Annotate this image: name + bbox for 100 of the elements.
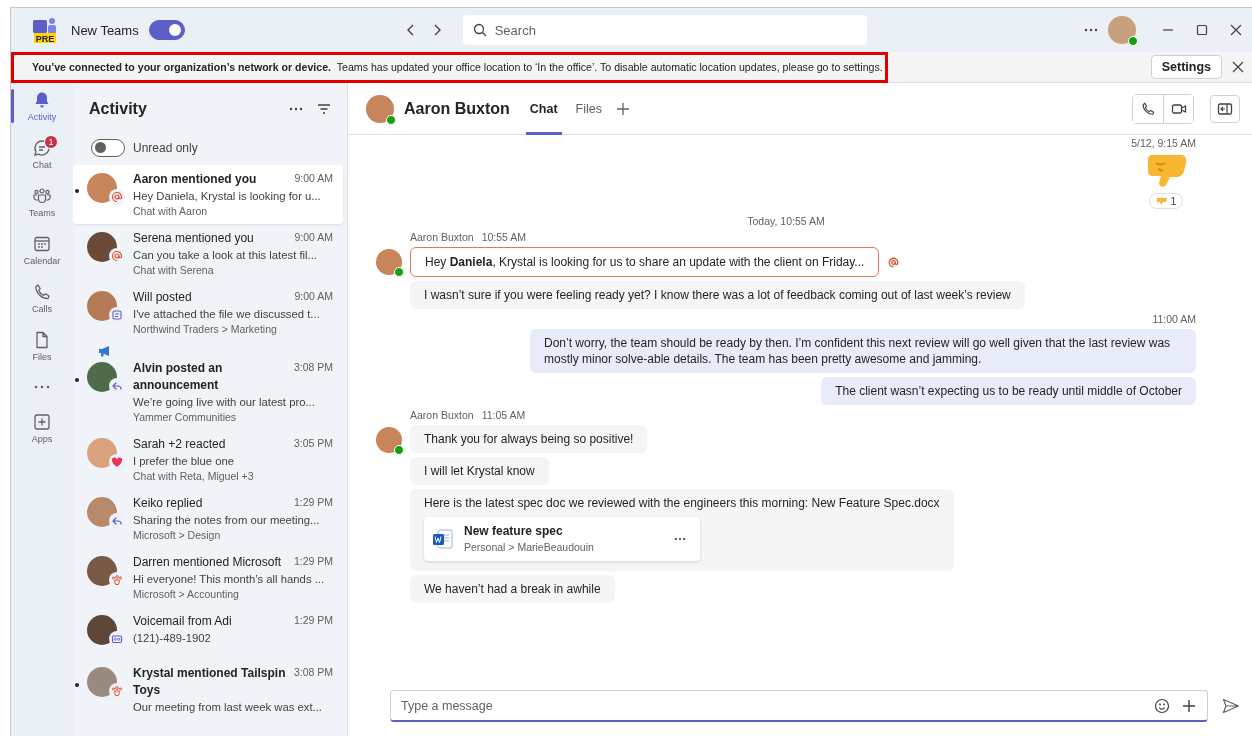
filter-icon[interactable]: [317, 103, 331, 115]
chat-bubble-icon: [32, 138, 52, 158]
nav-label: Files: [32, 352, 52, 362]
toggle-label: Unread only: [133, 141, 198, 155]
calendar-icon: [32, 234, 52, 254]
nav-label: Activity: [27, 112, 57, 122]
reaction-pill[interactable]: 1: [1148, 193, 1184, 209]
nav-label: Teams: [28, 208, 56, 218]
add-icon[interactable]: [1182, 699, 1196, 713]
avatar: [87, 438, 117, 468]
message-field[interactable]: Type a message: [390, 690, 1208, 722]
close-icon[interactable]: [1232, 61, 1244, 73]
maximize-icon[interactable]: [1196, 24, 1208, 36]
nav-item[interactable]: Activity: [11, 87, 73, 125]
activity-preview: We’re going live with our latest pro...: [133, 395, 316, 410]
contact-name: Aaron Buxton: [404, 99, 510, 118]
activity-context: Chat with Serena: [133, 263, 215, 277]
more-icon[interactable]: [289, 107, 303, 111]
message-time: 11:05 AM: [481, 409, 526, 421]
sender-name: Aaron Buxton: [410, 409, 474, 421]
team-badge-icon: [109, 572, 125, 588]
activity-context: Northwind Traders > Marketing: [133, 322, 278, 336]
message-bubble: I wasn’t sure if you were feeling ready yet? I know there was a lot of feedback coming out of last week’s review: [410, 281, 1025, 309]
nav-item[interactable]: Apps: [11, 409, 73, 447]
video-call-button[interactable]: [1163, 94, 1193, 123]
settings-button[interactable]: Settings: [1150, 55, 1222, 79]
unread-only-toggle[interactable]: [91, 139, 125, 157]
emoji-icon[interactable]: [1154, 698, 1170, 714]
send-icon[interactable]: [1222, 698, 1240, 714]
activity-item[interactable]: Will posted 9:00 AM I've attached the file we discussed t... Northwind Traders > Marketing: [73, 283, 343, 342]
activity-context: Chat with Aaron: [133, 204, 209, 218]
avatar: [87, 497, 117, 527]
share-screen-icon: [1217, 100, 1233, 117]
available-status-icon: [394, 267, 404, 277]
activity-item[interactable]: Serena mentioned you 9:00 AM Can you take a look at this latest fil... Chat with Serena: [73, 224, 343, 283]
activity-title: Krystal mentioned Tailspin Toys: [133, 665, 287, 699]
activity-item[interactable]: Darren mentioned Microsoft 1:29 PM Hi everyone! This month’s all hands ... Microsoft > Accounting: [73, 548, 343, 607]
activity-preview: Can you take a look at this latest fil...: [133, 248, 318, 263]
file-name: New feature spec: [464, 523, 564, 539]
activity-context: Microsoft > Accounting: [133, 587, 240, 601]
activity-item[interactable]: Krystal mentioned Tailspin Toys 3:08 PM Our meeting from last week was ext...: [73, 659, 343, 721]
share-screen-button[interactable]: [1210, 94, 1240, 123]
message-time: 10:55 AM: [481, 231, 526, 243]
activity-item[interactable]: Alvin posted an announcement 3:08 PM We’re going live with our latest pro... Yammer Communities: [73, 342, 343, 430]
add-tab-icon[interactable]: [615, 101, 630, 116]
activity-title: Alvin posted an announcement: [133, 360, 224, 394]
activity-time: 1:29 PM: [293, 614, 333, 626]
activity-item[interactable]: Keiko replied 1:29 PM Sharing the notes from our meeting... Microsoft > Design: [73, 489, 343, 548]
word-document-icon: [432, 528, 454, 550]
add-apps-icon: [32, 412, 52, 432]
nav-item[interactable]: Files: [11, 327, 73, 365]
more-icon[interactable]: [1084, 28, 1098, 32]
profile-avatar[interactable]: [1108, 16, 1136, 44]
nav-item[interactable]: Chat 1: [11, 135, 73, 173]
message-bubble: Hey Daniela, Krystal is looking for us to share an update with the client on Friday...: [410, 247, 880, 277]
chat-tab[interactable]: Files: [571, 82, 606, 135]
more-icon: [34, 385, 50, 389]
search-field[interactable]: Search: [462, 15, 867, 45]
people-icon: [32, 186, 52, 206]
activity-title: Will posted: [133, 289, 193, 306]
team-badge-icon: [109, 683, 125, 699]
mention-badge-icon: [109, 248, 125, 264]
avatar: [87, 173, 117, 203]
activity-time: 3:08 PM: [293, 361, 333, 373]
more-icon[interactable]: [674, 537, 686, 541]
activity-preview: Hi everyone! This month’s all hands ...: [133, 572, 326, 587]
message-text: Here is the latest spec doc we reviewed with the engineers this morning: New Feature Spec.docx: [424, 496, 940, 510]
mention-badge-icon: [109, 189, 125, 205]
app-name: New Teams: [71, 22, 139, 38]
nav-label: Calendar: [23, 256, 61, 266]
activity-item[interactable]: Aaron mentioned you 9:00 AM Hey Daniela, Krystal is looking for u... Chat with Aaron: [73, 165, 343, 224]
message-bubble: Don’t worry, the team should be ready by then. I’m confident this next review will go well given that the last review was mostly minor solve-able details. The team has been pretty awesome and jamming.: [530, 329, 1196, 373]
activity-preview: Sharing the notes from our meeting...: [133, 513, 321, 528]
avatar: [87, 556, 117, 586]
new-teams-toggle[interactable]: [148, 20, 185, 40]
phone-icon: [1140, 100, 1156, 117]
nav-item[interactable]: Calls: [11, 279, 73, 317]
avatar: [87, 232, 117, 262]
banner-message: You’ve connected to your organization’s network or device. Teams has updated your office location to ‘In the office’. To disable automatic location updates, please go to settings.: [32, 61, 883, 73]
activity-item[interactable]: Sarah +2 reacted 3:05 PM I prefer the blue one Chat with Reta, Miguel +3: [73, 430, 343, 489]
close-icon[interactable]: [1230, 24, 1242, 36]
file-attachment[interactable]: New feature spec Personal > MarieBeaudouin: [424, 517, 700, 561]
panel-title: Activity: [89, 100, 148, 118]
heart-badge-icon: [109, 454, 125, 470]
nav-item[interactable]: Calendar: [11, 231, 73, 269]
activity-context: Yammer Communities: [133, 410, 238, 424]
sender-name: Aaron Buxton: [410, 231, 474, 243]
activity-item[interactable]: Voicemail from Adi 1:29 PM (121)-489-1902: [73, 607, 343, 659]
activity-preview: (121)-489-1902: [133, 631, 212, 646]
timestamp: 5/12, 9:15 AM: [1131, 137, 1196, 149]
activity-preview: Hey Daniela, Krystal is looking for u...: [133, 189, 322, 204]
nav-label: Calls: [32, 304, 52, 314]
timestamp: 11:00 AM: [1152, 313, 1196, 325]
activity-context: Chat with Reta, Miguel +3: [133, 469, 255, 483]
nav-item[interactable]: Teams: [11, 183, 73, 221]
activity-title: Aaron mentioned you: [133, 171, 258, 188]
activity-time: 1:29 PM: [293, 555, 333, 567]
chat-tab[interactable]: Chat: [525, 82, 562, 135]
message-bubble: We haven’t had a break in awhile: [410, 575, 615, 603]
activity-time: 9:00 AM: [294, 231, 333, 243]
